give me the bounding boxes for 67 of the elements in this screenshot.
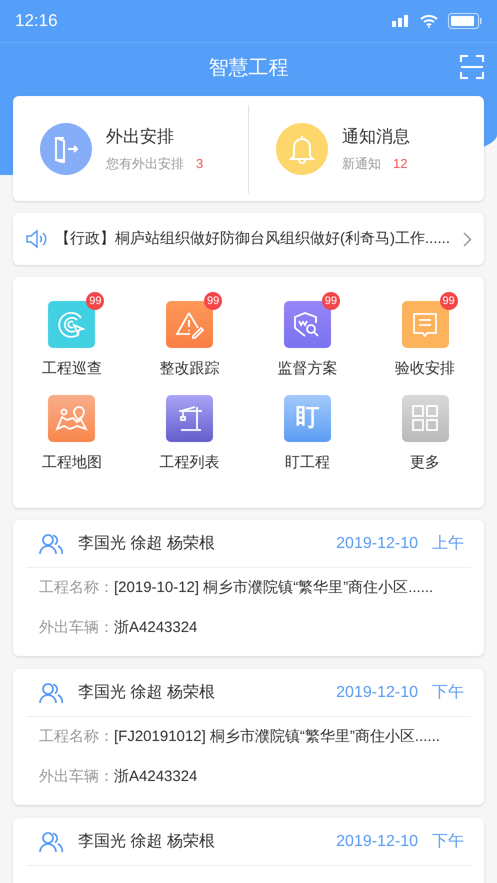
record-date: 2019-12-10 (336, 682, 418, 702)
people-icon (39, 830, 63, 852)
notice-text: 【行政】桐庐站组织做好防御台风组织做好(利奇马)工作...... (55, 228, 451, 249)
record-period: 下午 (432, 682, 464, 702)
people-icon (39, 532, 63, 554)
shortcut-item[interactable]: 盯 盯工程 (248, 386, 366, 474)
shortcut-item[interactable]: 99 工程巡查 (13, 292, 131, 380)
summary-title: 通知消息 (342, 126, 410, 148)
record-period: 上午 (432, 534, 464, 554)
people-icon (39, 682, 63, 704)
map-pin-icon (48, 394, 96, 442)
field-label: 外出车辆： (39, 618, 114, 638)
record-period: 下午 (432, 832, 464, 852)
speaker-icon (25, 229, 49, 249)
shortcut-item[interactable]: 99 整改跟踪 (130, 292, 248, 380)
summary-subtitle: 新通知 (342, 154, 381, 172)
shortcut-label: 验收安排 (395, 359, 456, 379)
notice-bar[interactable]: 【行政】桐庐站组织做好防御台风组织做好(利奇马)工作...... (13, 213, 484, 265)
scan-icon[interactable] (460, 55, 484, 79)
chevron-right-icon (463, 232, 472, 246)
summary-title: 外出安排 (106, 126, 175, 148)
summary-count: 3 (196, 154, 204, 172)
shortcut-item[interactable]: 工程列表 (130, 386, 248, 474)
crane-icon (166, 394, 214, 442)
field-value: 浙A4243324 (114, 766, 198, 787)
shortcut-item[interactable]: 工程地图 (13, 386, 131, 474)
field-label: 工程名称： (39, 578, 114, 598)
shortcut-label: 工程列表 (160, 452, 220, 472)
shortcut-item[interactable]: 更多 (366, 386, 484, 474)
people-names: 李国光 徐超 杨荣根 (78, 534, 216, 554)
field-value: [FJ20191012] 桐乡市濮院镇“繁华里”商住小区...... (114, 726, 440, 747)
count-badge: 99 (322, 292, 340, 310)
record-card[interactable]: 李国光 徐超 杨荣根 2019-12-10 下午 工程名称：[FJ20191012] 桐乡市濮院镇“繁华里”商住小区...... 外出车辆：浙A4243324 (13, 669, 484, 805)
count-badge: 99 (440, 292, 458, 310)
record-date: 2019-12-10 (336, 534, 418, 554)
summary-count: 12 (393, 154, 408, 172)
field-value: 浙A4243324 (114, 618, 198, 638)
summary-item[interactable]: 外出安排 您有外出安排 3 (13, 96, 248, 201)
field-value: [2019-10-12] 桐乡市濮院镇“繁华里”商住小区...... (114, 578, 434, 598)
battery-icon (448, 13, 482, 29)
shortcut-label: 更多 (410, 452, 440, 472)
bell-icon (276, 122, 328, 174)
people-names: 李国光 徐超 杨荣根 (78, 832, 216, 852)
count-badge: 99 (86, 292, 104, 310)
page-title: 智慧工程 (208, 56, 288, 80)
record-card[interactable]: 李国光 徐超 杨荣根 2019-12-10 下午 (13, 818, 484, 883)
people-names: 李国光 徐超 杨荣根 (78, 682, 216, 702)
shortcut-label: 整改跟踪 (160, 359, 220, 379)
wifi-icon (420, 14, 438, 28)
shortcut-label: 监督方案 (277, 359, 338, 379)
shortcut-item[interactable]: 99 验收安排 (366, 292, 484, 380)
record-card[interactable]: 李国光 徐超 杨荣根 2019-12-10 上午 工程名称：[2019-10-12] 桐乡市濮院镇“繁华里”商住小区...... 外出车辆：浙A4243324 (13, 520, 484, 656)
field-label: 工程名称： (39, 726, 114, 747)
signal-icon (392, 15, 410, 27)
shortcut-label: 盯工程 (284, 452, 330, 472)
shortcut-label: 工程地图 (42, 452, 102, 472)
record-date: 2019-12-10 (336, 832, 418, 852)
grid-icon (402, 394, 449, 442)
status-time: 12:16 (15, 10, 58, 32)
count-badge: 99 (204, 292, 222, 310)
field-label: 外出车辆： (39, 766, 114, 787)
shortcut-label: 工程巡查 (42, 359, 102, 379)
shortcut-item[interactable]: 99 监督方案 (248, 292, 366, 380)
summary-subtitle: 您有外出安排 (106, 154, 184, 172)
summary-item[interactable]: 通知消息 新通知 12 (249, 96, 484, 201)
door-exit-icon (40, 122, 92, 174)
app-icon-glyph: 盯 (284, 394, 331, 442)
